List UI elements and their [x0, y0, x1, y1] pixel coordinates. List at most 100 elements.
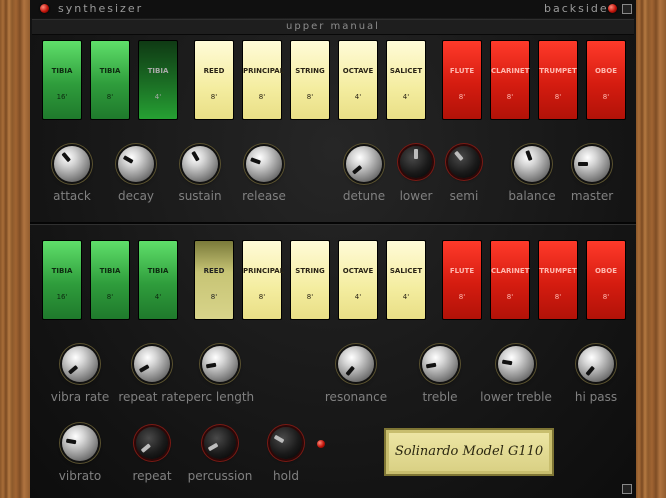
knob-indicator	[65, 438, 77, 445]
upper-knob-2[interactable]	[182, 146, 218, 182]
lower-drawbar-tab-11[interactable]: OBOE 8'	[586, 240, 626, 320]
tab-footage: 16'	[56, 93, 68, 101]
tab-footage: 8'	[106, 93, 114, 101]
knob-indicator	[207, 442, 219, 452]
tab-footage: 8'	[506, 93, 514, 101]
upper-drawbar-tab-1[interactable]: TIBIA 8'	[90, 40, 130, 120]
backside-label[interactable]: backside	[544, 2, 609, 15]
tab-name: REED	[203, 67, 225, 75]
knob-indicator	[345, 365, 355, 377]
knob-indicator	[351, 165, 363, 175]
lower-knob-0[interactable]	[62, 346, 98, 382]
model-plate: Solinardo Model G110	[384, 428, 554, 476]
upper-drawbar-tab-6[interactable]: OCTAVE 4'	[338, 40, 378, 120]
knob-indicator	[501, 359, 513, 366]
upper-drawbar-tab-3[interactable]: REED 8'	[194, 40, 234, 120]
tab-footage: 8'	[554, 293, 562, 301]
tab-name: TIBIA	[99, 267, 121, 275]
upper-knob-label-3: release	[242, 189, 286, 203]
upper-knob-0[interactable]	[54, 146, 90, 182]
upper-knob-label-8: master	[570, 189, 614, 203]
tab-name: STRING	[295, 67, 325, 75]
backside-led-icon[interactable]	[608, 4, 617, 13]
upper-drawbar-tab-11[interactable]: OBOE 8'	[586, 40, 626, 120]
lower-drawbar-tab-3[interactable]: REED 8'	[194, 240, 234, 320]
tab-name: OBOE	[594, 267, 618, 275]
upper-drawbar-tab-7[interactable]: SALICET 4'	[386, 40, 426, 120]
backside-toggle-icon[interactable]	[622, 4, 632, 14]
upper-knob-5[interactable]	[400, 146, 432, 178]
lower-drawbar-tab-9[interactable]: CLARINET 8'	[490, 240, 530, 320]
tab-name: TRUMPET	[539, 67, 577, 75]
tab-name: TIBIA	[147, 267, 169, 275]
top-bar: synthesizer backside	[30, 0, 636, 18]
section-divider	[30, 222, 636, 225]
tab-footage: 8'	[258, 93, 266, 101]
tab-footage: 4'	[402, 93, 410, 101]
upper-drawbar-tab-10[interactable]: TRUMPET 8'	[538, 40, 578, 120]
upper-knob-6[interactable]	[448, 146, 480, 178]
lower-knob-2[interactable]	[202, 346, 238, 382]
tab-name: REED	[203, 267, 225, 275]
upper-drawbar-tab-9[interactable]: CLARINET 8'	[490, 40, 530, 120]
bottom-knob-0[interactable]	[62, 425, 98, 461]
upper-drawbar-tab-4[interactable]: PRINCIPAL 8'	[242, 40, 284, 120]
lower-drawbar-tab-1[interactable]: TIBIA 8'	[90, 240, 130, 320]
tab-name: TIBIA	[147, 67, 169, 75]
tab-footage: 8'	[458, 293, 466, 301]
lower-drawbar-tab-10[interactable]: TRUMPET 8'	[538, 240, 578, 320]
tab-footage: 4'	[154, 93, 162, 101]
bottom-knob-2[interactable]	[204, 427, 236, 459]
lower-drawbar-tab-7[interactable]: SALICET 4'	[386, 240, 426, 320]
knob-indicator	[140, 443, 151, 453]
lower-drawbar-tab-8[interactable]: FLUTE 8'	[442, 240, 482, 320]
upper-drawbar-tab-2[interactable]: TIBIA 4'	[138, 40, 178, 120]
knob-indicator	[205, 362, 217, 369]
knob-indicator	[250, 157, 261, 165]
lower-knob-6[interactable]	[578, 346, 614, 382]
tab-name: PRINCIPAL	[243, 267, 285, 275]
tab-footage: 4'	[402, 293, 410, 301]
right-wood-panel	[636, 0, 666, 498]
bottom-knob-label-3: hold	[273, 469, 299, 483]
tab-footage: 8'	[210, 293, 218, 301]
lower-drawbar-tab-5[interactable]: STRING 8'	[290, 240, 330, 320]
lower-drawbar-tab-6[interactable]: OCTAVE 4'	[338, 240, 378, 320]
manual-label: upper manual	[32, 19, 634, 35]
knob-indicator	[578, 162, 588, 166]
tab-name: FLUTE	[449, 67, 475, 75]
knob-indicator	[414, 149, 418, 159]
tab-name: STRING	[295, 267, 325, 275]
bottom-knob-1[interactable]	[136, 427, 168, 459]
upper-knob-8[interactable]	[574, 146, 610, 182]
lower-knob-3[interactable]	[338, 346, 374, 382]
upper-knob-4[interactable]	[346, 146, 382, 182]
lower-knob-1[interactable]	[134, 346, 170, 382]
lower-knob-5[interactable]	[498, 346, 534, 382]
app-title: synthesizer	[58, 2, 144, 15]
synth-panel: synthesizer backside upper manual TIBIA 1…	[30, 0, 636, 498]
upper-knob-1[interactable]	[118, 146, 154, 182]
resize-corner-icon[interactable]	[622, 484, 632, 494]
tab-name: TIBIA	[51, 67, 73, 75]
upper-knob-3[interactable]	[246, 146, 282, 182]
tab-footage: 4'	[354, 293, 362, 301]
upper-drawbar-tab-5[interactable]: STRING 8'	[290, 40, 330, 120]
upper-knob-7[interactable]	[514, 146, 550, 182]
tab-footage: 4'	[154, 293, 162, 301]
knob-indicator	[61, 151, 71, 163]
bottom-knob-3[interactable]	[270, 427, 302, 459]
knob-indicator	[454, 150, 464, 161]
left-wood-panel	[0, 0, 30, 498]
tab-footage: 8'	[306, 293, 314, 301]
upper-drawbar-tab-0[interactable]: TIBIA 16'	[42, 40, 82, 120]
lower-drawbar-tab-0[interactable]: TIBIA 16'	[42, 240, 82, 320]
tab-name: TRUMPET	[539, 267, 577, 275]
lower-drawbar-tab-2[interactable]: TIBIA 4'	[138, 240, 178, 320]
lower-knob-4[interactable]	[422, 346, 458, 382]
hold-led-icon	[317, 440, 325, 448]
lower-drawbar-tab-4[interactable]: PRINCIPAL 8'	[242, 240, 285, 320]
knob-indicator	[425, 362, 437, 369]
upper-drawbar-tab-8[interactable]: FLUTE 8'	[442, 40, 482, 120]
tab-footage: 16'	[56, 293, 68, 301]
